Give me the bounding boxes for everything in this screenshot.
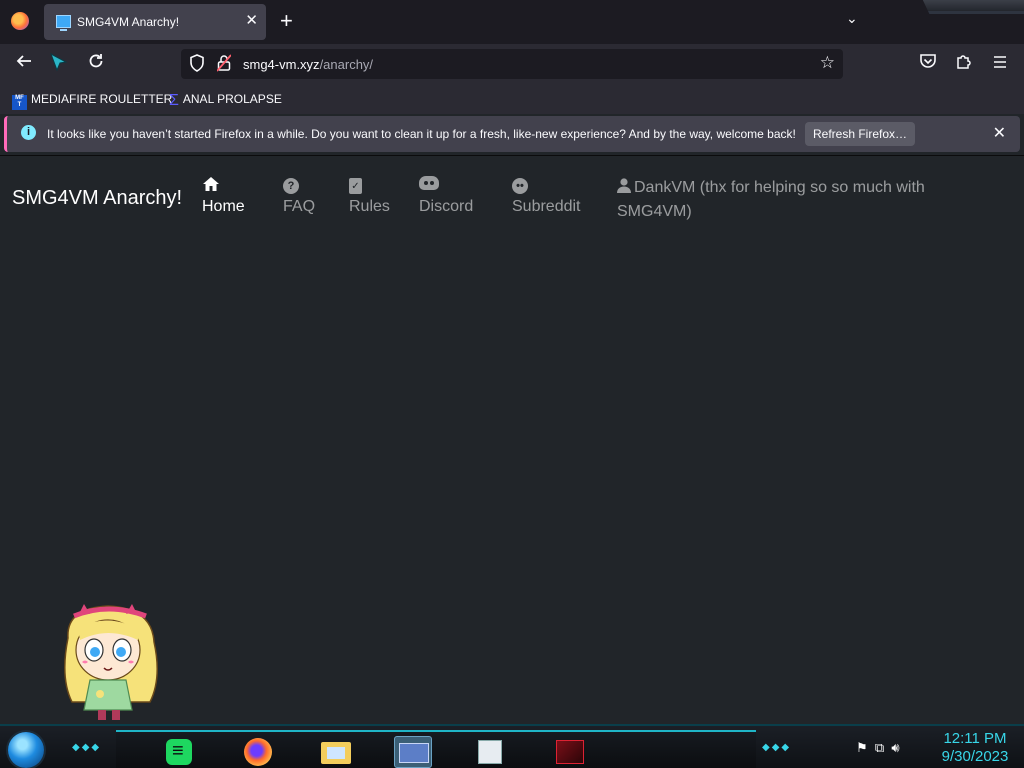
taskbar-decoration-left: ◆◆◆ xyxy=(72,742,102,753)
bookmark-star-icon[interactable]: ☆ xyxy=(820,53,835,73)
firefox-icon xyxy=(244,738,272,766)
system-tray: ⚑ ⧉ 🔊︎ xyxy=(856,740,900,756)
clock-date: 9/30/2023 xyxy=(941,748,1009,765)
start-button[interactable] xyxy=(8,732,44,768)
window-frame-decoration xyxy=(922,0,1024,14)
house-icon xyxy=(202,176,245,194)
refresh-firefox-button[interactable]: Refresh Firefox… xyxy=(805,122,915,146)
bookmarks-toolbar: MF T MEDIAFIRE ROULETTER Σ ANAL PROLAPSE xyxy=(0,84,1024,114)
discord-icon xyxy=(419,176,439,190)
nav-label: Discord xyxy=(419,198,474,215)
firefox-view-icon[interactable] xyxy=(11,12,29,30)
volume-icon[interactable]: 🔊︎ xyxy=(891,740,899,755)
network-icon[interactable]: ⧉ xyxy=(875,740,884,755)
nav-faq[interactable]: ? FAQ xyxy=(283,176,315,216)
nav-label: Rules xyxy=(349,198,390,215)
pocket-button[interactable] xyxy=(915,52,941,76)
question-icon: ? xyxy=(283,178,299,194)
tracking-protection-icon[interactable] xyxy=(189,54,205,76)
game-icon xyxy=(556,740,584,764)
monitor-icon xyxy=(56,15,71,31)
insecure-lock-icon[interactable] xyxy=(216,54,232,75)
url-host: smg4-vm.xyz xyxy=(243,57,320,72)
refresh-notification-bar: i It looks like you haven’t started Fire… xyxy=(4,116,1020,152)
nav-rules[interactable]: ✓ Rules xyxy=(349,176,390,216)
site-brand[interactable]: SMG4VM Anarchy! xyxy=(12,187,182,210)
file-explorer-app[interactable] xyxy=(316,736,354,768)
nav-label: FAQ xyxy=(283,198,316,215)
extensions-button[interactable] xyxy=(951,52,977,76)
folder-icon xyxy=(321,742,351,764)
bookmark-label: MEDIAFIRE ROULETTER xyxy=(31,92,173,106)
url-path: /anarchy/ xyxy=(319,57,374,72)
notification-close-button[interactable]: ✕ xyxy=(993,123,1006,143)
reload-icon xyxy=(89,54,103,68)
tab-title: SMG4VM Anarchy! xyxy=(77,15,180,29)
spotify-app[interactable] xyxy=(158,736,196,768)
document-app[interactable] xyxy=(470,736,508,768)
tab-close-button[interactable]: ✕ xyxy=(245,12,258,30)
taskbar-apps xyxy=(116,730,756,768)
info-icon: i xyxy=(21,125,36,140)
taskbar: ◆◆◆ ◆◆◆ ⚑ ⧉ 🔊︎ 12:11 PM 9/30/2023 xyxy=(0,724,1024,768)
game-app[interactable] xyxy=(550,736,588,768)
tab-active[interactable]: SMG4VM Anarchy! ✕ xyxy=(44,4,266,40)
back-button[interactable] xyxy=(11,52,37,76)
nav-discord[interactable]: Discord xyxy=(419,176,473,216)
pocket-icon xyxy=(920,54,936,68)
sigma-icon: Σ xyxy=(169,92,179,109)
clipboard-check-icon: ✓ xyxy=(349,178,362,194)
app-menu-button[interactable] xyxy=(987,52,1013,76)
character-sticker xyxy=(58,598,162,724)
puzzle-icon xyxy=(957,55,971,69)
nav-label: Home xyxy=(202,198,245,215)
spotify-icon xyxy=(166,739,192,765)
url-text[interactable]: smg4-vm.xyz/anarchy/ xyxy=(243,57,373,72)
tab-strip: SMG4VM Anarchy! ✕ + ⌄ xyxy=(0,0,1024,44)
user-icon xyxy=(617,177,631,193)
reload-button[interactable] xyxy=(83,52,109,76)
document-icon xyxy=(478,740,502,764)
notification-message: It looks like you haven’t started Firefo… xyxy=(47,127,796,141)
reddit-icon: •• xyxy=(512,178,528,194)
card-icon xyxy=(399,743,429,763)
user-link[interactable]: DankVM (thx for helping so so much with … xyxy=(617,176,947,224)
bookmark-second[interactable]: Σ ANAL PROLAPSE xyxy=(169,92,282,110)
clock-time: 12:11 PM xyxy=(943,730,1007,747)
taskbar-decoration-right: ◆◆◆ xyxy=(762,742,792,753)
list-all-tabs-button[interactable]: ⌄ xyxy=(846,10,858,27)
bookmark-mediafire[interactable]: MF T MEDIAFIRE ROULETTER xyxy=(12,92,172,110)
flag-icon[interactable]: ⚑ xyxy=(856,740,868,755)
nav-label: Subreddit xyxy=(512,198,581,215)
cursor-icon xyxy=(46,52,72,76)
nav-subreddit[interactable]: •• Subreddit xyxy=(512,176,581,216)
bookmark-label: ANAL PROLAPSE xyxy=(182,92,282,106)
mediafire-icon: MF T xyxy=(12,95,27,110)
navigation-toolbar: smg4-vm.xyz/anarchy/ ☆ xyxy=(0,44,1024,84)
firefox-app[interactable] xyxy=(238,736,276,768)
hamburger-icon xyxy=(994,56,1006,68)
clock[interactable]: 12:11 PM 9/30/2023 xyxy=(930,730,1020,766)
nav-home[interactable]: Home xyxy=(202,176,245,216)
url-bar[interactable]: smg4-vm.xyz/anarchy/ ☆ xyxy=(181,49,843,79)
new-tab-button[interactable]: + xyxy=(280,10,293,32)
card-app[interactable] xyxy=(394,736,432,768)
user-name: DankVM (thx for helping so so much with … xyxy=(617,179,925,220)
arrow-left-icon xyxy=(16,55,31,67)
